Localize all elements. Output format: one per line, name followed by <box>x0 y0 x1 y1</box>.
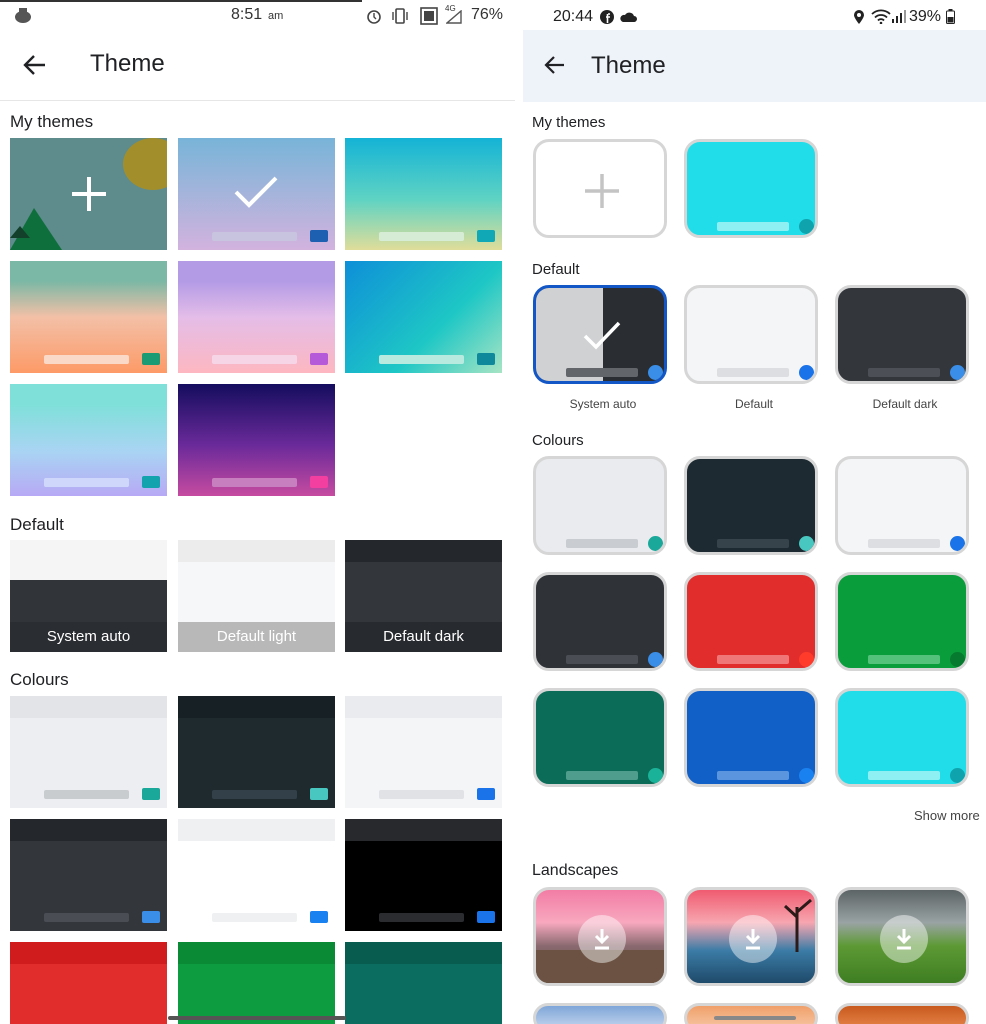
colour-tile-red[interactable] <box>684 572 818 671</box>
add-theme-tile[interactable] <box>10 138 167 250</box>
landscape-tile-partial-3[interactable] <box>835 1003 969 1024</box>
system-auto-label: System auto <box>569 397 637 411</box>
theme-default-dark[interactable] <box>835 285 969 384</box>
section-colours: Colours <box>532 432 584 449</box>
colour-tile-navy[interactable] <box>684 456 818 555</box>
colour-tile-white-blue[interactable] <box>345 696 502 808</box>
section-colours: Colours <box>10 670 69 689</box>
colour-tile-red[interactable] <box>10 942 167 1024</box>
location-icon <box>854 10 864 24</box>
show-more-link[interactable]: Show more <box>914 808 980 823</box>
section-landscapes: Landscapes <box>532 862 619 879</box>
panel-divider <box>515 0 523 1024</box>
download-icon <box>594 929 610 950</box>
theme-system-auto[interactable]: System auto <box>10 540 167 652</box>
cloud-icon <box>620 12 637 22</box>
check-icon <box>583 321 621 350</box>
vibrate-icon <box>392 8 408 24</box>
signal-icon <box>446 10 462 24</box>
page-title: Theme <box>90 50 165 77</box>
theme-tile-lilac[interactable] <box>178 261 335 373</box>
plus-icon <box>585 174 619 208</box>
back-arrow-icon[interactable] <box>544 55 566 75</box>
theme-default-light[interactable]: Default light <box>178 540 335 652</box>
colour-tile-blue[interactable] <box>684 688 818 787</box>
app-bar: Theme <box>0 32 515 101</box>
battery-icon <box>946 9 955 24</box>
home-indicator[interactable] <box>714 1016 796 1020</box>
colour-tile-teal[interactable] <box>345 942 502 1024</box>
colour-tile-light-grey[interactable] <box>10 696 167 808</box>
facebook-icon <box>600 10 614 24</box>
status-bar: 8:51 am 4G 76% <box>0 0 515 32</box>
download-icon <box>896 929 912 950</box>
default-light-label: Default light <box>178 622 335 652</box>
home-indicator[interactable] <box>168 1016 346 1020</box>
colour-tile-cyan[interactable] <box>835 688 969 787</box>
colour-tile-white[interactable] <box>178 819 335 931</box>
back-arrow-icon[interactable] <box>23 54 47 76</box>
colour-tile-green[interactable] <box>835 572 969 671</box>
theme-tile-pastel-selected[interactable] <box>178 138 335 250</box>
section-default: Default <box>10 515 64 534</box>
battery-percent: 76% <box>471 6 504 23</box>
default-label: Default <box>734 397 774 411</box>
status-time: 20:44 <box>553 8 594 25</box>
download-icon <box>745 929 761 950</box>
colour-tile-teal[interactable] <box>533 688 667 787</box>
landscape-tile-partial-1[interactable] <box>533 1003 667 1024</box>
theme-system-auto[interactable] <box>533 285 667 384</box>
tree-shape <box>783 898 812 952</box>
right-screenshot: 20:44 39% Theme My themes Default System… <box>523 0 986 1024</box>
section-default: Default <box>532 261 580 278</box>
check-icon <box>234 176 278 208</box>
system-auto-label: System auto <box>10 622 167 652</box>
landscape-tile-hills[interactable] <box>835 887 969 986</box>
status-bar: 20:44 39% <box>523 0 986 32</box>
landscape-tile-river[interactable] <box>684 887 818 986</box>
volte-icon <box>420 7 438 25</box>
theme-default[interactable] <box>684 285 818 384</box>
page-title: Theme <box>591 52 666 79</box>
add-theme-tile[interactable] <box>533 139 667 238</box>
custom-theme-cyan[interactable] <box>684 139 818 238</box>
section-my-themes: My themes <box>10 112 94 131</box>
sun-shape <box>123 138 167 190</box>
colour-tile-white-blue[interactable] <box>835 456 969 555</box>
colour-tile-green[interactable] <box>178 942 335 1024</box>
section-my-themes: My themes <box>532 114 606 131</box>
colour-tile-light-grey[interactable] <box>533 456 667 555</box>
left-screenshot: 8:51 am 4G 76% Theme My themes Default S… <box>0 0 515 1024</box>
alarm-icon <box>367 10 381 24</box>
theme-tile-ocean[interactable] <box>345 261 502 373</box>
default-dark-label: Default dark <box>345 622 502 652</box>
app-bar: Theme <box>523 30 986 102</box>
app-notification-icon <box>15 8 31 23</box>
default-dark-label: Default dark <box>872 397 938 411</box>
colour-tile-dark[interactable] <box>10 819 167 931</box>
landscape-tile-partial-2[interactable] <box>684 1003 818 1024</box>
wifi-icon <box>871 9 891 24</box>
theme-tile-sky[interactable] <box>10 384 167 496</box>
theme-tile-sea[interactable] <box>345 138 502 250</box>
plus-icon <box>72 177 106 211</box>
colour-tile-dark[interactable] <box>533 572 667 671</box>
colour-tile-navy[interactable] <box>178 696 335 808</box>
landscape-tile-beach[interactable] <box>533 887 667 986</box>
status-ampm: am <box>268 10 284 22</box>
signal-icon <box>892 10 906 23</box>
theme-tile-peach[interactable] <box>10 261 167 373</box>
status-time: 8:51 <box>231 6 263 23</box>
theme-default-dark[interactable]: Default dark <box>345 540 502 652</box>
battery-percent: 39% <box>909 8 942 25</box>
colour-tile-black[interactable] <box>345 819 502 931</box>
theme-tile-night[interactable] <box>178 384 335 496</box>
